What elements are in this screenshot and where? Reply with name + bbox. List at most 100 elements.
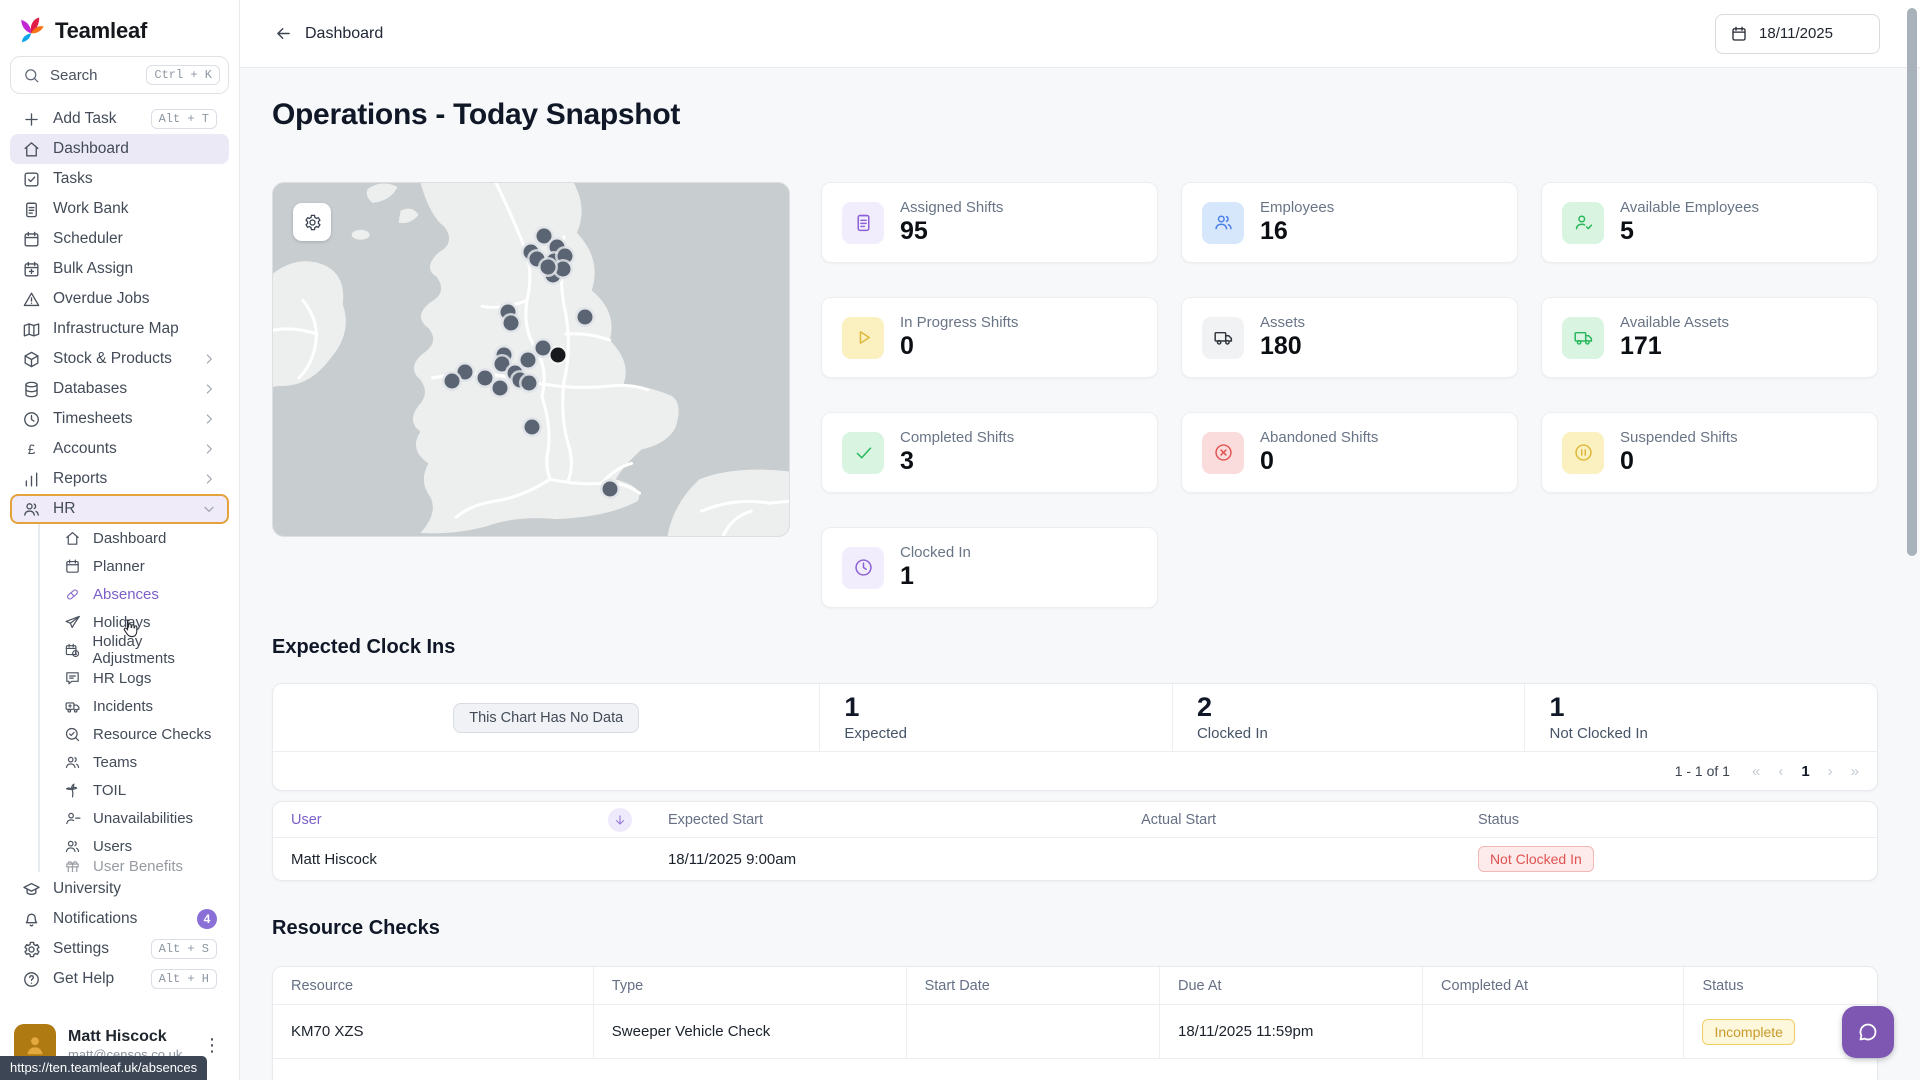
table-row[interactable]: Matt Hiscock18/11/2025 9:00amNot Clocked… xyxy=(273,838,1877,880)
sidebar-item-users[interactable]: Users xyxy=(40,832,229,860)
column-header-resource: Resource xyxy=(273,967,594,1004)
check-icon xyxy=(853,442,874,463)
map-marker-selected[interactable] xyxy=(551,347,566,362)
sidebar-item-label: Bulk Assign xyxy=(53,260,217,278)
sidebar-item-add-task[interactable]: Add TaskAlt + T xyxy=(10,104,229,134)
map-marker[interactable] xyxy=(525,420,540,435)
sidebar-item-incidents[interactable]: Incidents xyxy=(40,692,229,720)
chevron-right-icon xyxy=(201,441,217,457)
stat-card-employees[interactable]: Employees 16 xyxy=(1181,182,1518,263)
calendar-icon xyxy=(64,558,81,575)
sidebar-item-label: Users xyxy=(93,838,132,855)
map-marker[interactable] xyxy=(478,370,493,385)
map-marker[interactable] xyxy=(445,374,460,389)
sidebar-item-stock-products[interactable]: Stock & Products xyxy=(10,344,229,374)
map-settings-button[interactable] xyxy=(293,203,331,241)
first-page-button[interactable]: « xyxy=(1752,764,1760,779)
sidebar-item-holiday-adjustments[interactable]: Holiday Adjustments xyxy=(40,636,229,664)
stat-card-assets[interactable]: Assets 180 xyxy=(1181,297,1518,378)
arrow-down-icon xyxy=(613,813,627,827)
column-header-due-at: Due At xyxy=(1160,967,1423,1004)
map-marker[interactable] xyxy=(555,262,570,277)
sidebar-item-bulk-assign[interactable]: Bulk Assign xyxy=(10,254,229,284)
map-marker[interactable] xyxy=(494,356,509,371)
sidebar-nav: Add TaskAlt + TDashboardTasksWork BankSc… xyxy=(10,104,229,524)
map-marker[interactable] xyxy=(521,375,536,390)
sidebar-item-user-benefits[interactable]: User Benefits xyxy=(40,860,229,872)
sidebar-item-toil[interactable]: TOIL xyxy=(40,776,229,804)
sidebar-item-dashboard[interactable]: Dashboard xyxy=(10,134,229,164)
sidebar-item-label: Teams xyxy=(93,754,137,771)
clock-icon xyxy=(22,410,41,429)
chevron-right-icon xyxy=(201,471,217,487)
stat-value: 0 xyxy=(1620,447,1738,476)
stat-card-completed-shifts[interactable]: Completed Shifts 3 xyxy=(821,412,1158,493)
date-picker[interactable]: 18/11/2025 xyxy=(1715,14,1880,54)
sidebar-item-get-help[interactable]: Get HelpAlt + H xyxy=(10,964,229,994)
package-icon xyxy=(22,350,41,369)
sidebar-item-notifications[interactable]: Notifications4 xyxy=(10,904,229,934)
sidebar-item-work-bank[interactable]: Work Bank xyxy=(10,194,229,224)
stat-card-available-assets[interactable]: Available Assets 171 xyxy=(1541,297,1878,378)
map-marker[interactable] xyxy=(541,260,556,275)
prev-page-button[interactable]: ‹ xyxy=(1778,764,1783,779)
sidebar-item-overdue-jobs[interactable]: Overdue Jobs xyxy=(10,284,229,314)
map-marker[interactable] xyxy=(603,482,618,497)
sidebar-item-infrastructure-map[interactable]: Infrastructure Map xyxy=(10,314,229,344)
sidebar-item-scheduler[interactable]: Scheduler xyxy=(10,224,229,254)
stat-value: 171 xyxy=(1620,332,1729,361)
chevron-down-icon xyxy=(201,501,217,517)
back-button[interactable]: Dashboard xyxy=(274,24,383,43)
x-circle-icon xyxy=(1213,442,1234,463)
sort-direction-button[interactable] xyxy=(608,808,632,832)
column-header-user[interactable]: User xyxy=(273,808,650,832)
stat-card-available-employees[interactable]: Available Employees 5 xyxy=(1541,182,1878,263)
operations-map[interactable] xyxy=(272,182,790,537)
map-marker[interactable] xyxy=(537,228,552,243)
sidebar-item-hr[interactable]: HR xyxy=(10,494,229,524)
chat-widget-button[interactable] xyxy=(1842,1006,1894,1058)
stat-value: 0 xyxy=(900,332,1018,361)
sidebar-item-reports[interactable]: Reports xyxy=(10,464,229,494)
status-badge: Incomplete xyxy=(1702,1019,1794,1045)
sidebar-item-teams[interactable]: Teams xyxy=(40,748,229,776)
stat-card-suspended-shifts[interactable]: Suspended Shifts 0 xyxy=(1541,412,1878,493)
stat-card-clocked-in[interactable]: Clocked In 1 xyxy=(821,527,1158,608)
page-title: Operations - Today Snapshot xyxy=(272,98,1878,132)
map-marker[interactable] xyxy=(503,315,518,330)
sidebar-item-dashboard[interactable]: Dashboard xyxy=(40,524,229,552)
page-scrollbar[interactable] xyxy=(1907,8,1917,556)
profile-menu-button[interactable]: ⋮ xyxy=(199,1035,225,1056)
sidebar-item-tasks[interactable]: Tasks xyxy=(10,164,229,194)
map-marker[interactable] xyxy=(457,364,472,379)
sidebar-item-databases[interactable]: Databases xyxy=(10,374,229,404)
stat-card-assigned-shifts[interactable]: Assigned Shifts 95 xyxy=(821,182,1158,263)
current-page[interactable]: 1 xyxy=(1801,763,1809,780)
map-marker[interactable] xyxy=(578,310,593,325)
sidebar-item-settings[interactable]: SettingsAlt + S xyxy=(10,934,229,964)
sidebar-item-unavailabilities[interactable]: Unavailabilities xyxy=(40,804,229,832)
sidebar-item-label: Databases xyxy=(53,380,189,398)
sidebar-item-university[interactable]: University xyxy=(10,874,229,904)
sidebar-item-holidays[interactable]: Holidays xyxy=(40,608,229,636)
map-marker[interactable] xyxy=(493,381,508,396)
search-input[interactable]: Search Ctrl + K xyxy=(10,56,229,94)
sidebar-item-resource-checks[interactable]: Resource Checks xyxy=(40,720,229,748)
stat-card-in-progress-shifts[interactable]: In Progress Shifts 0 xyxy=(821,297,1158,378)
sidebar-item-planner[interactable]: Planner xyxy=(40,552,229,580)
sidebar-item-timesheets[interactable]: Timesheets xyxy=(10,404,229,434)
table-row[interactable]: KM70 XZSSweeper Vehicle Check18/11/2025 … xyxy=(273,1005,1877,1059)
cell-start-date xyxy=(907,1005,1160,1058)
shortcut-chip: Alt + T xyxy=(151,109,217,129)
map-marker[interactable] xyxy=(521,352,536,367)
last-page-button[interactable]: » xyxy=(1851,764,1859,779)
sidebar-item-accounts[interactable]: £Accounts xyxy=(10,434,229,464)
map-marker[interactable] xyxy=(536,341,551,356)
sidebar-item-absences[interactable]: Absences xyxy=(40,580,229,608)
stat-icon-box xyxy=(1202,202,1244,244)
sidebar-item-hr-logs[interactable]: HR Logs xyxy=(40,664,229,692)
column-header-type: Type xyxy=(594,967,907,1004)
next-page-button[interactable]: › xyxy=(1828,764,1833,779)
snapshot-cards: Assigned Shifts 95 Employees 16 Availabl… xyxy=(821,182,1878,608)
stat-card-abandoned-shifts[interactable]: Abandoned Shifts 0 xyxy=(1181,412,1518,493)
